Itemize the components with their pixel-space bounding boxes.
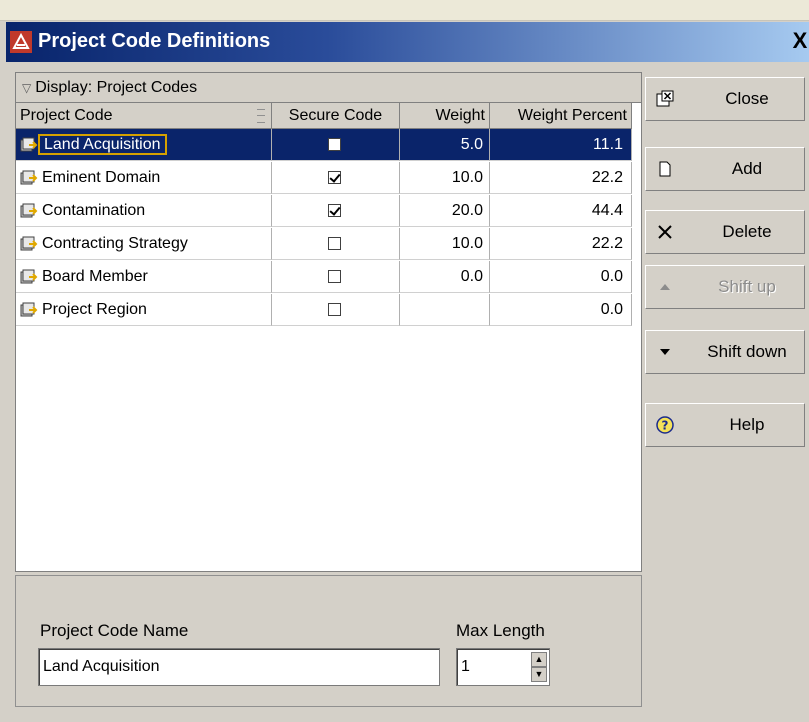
cell-secure-code — [272, 261, 400, 293]
shift-down-button[interactable]: Shift down — [645, 330, 805, 374]
column-header-weight-percent[interactable]: Weight Percent — [490, 103, 632, 129]
max-length-label: Max Length — [456, 621, 545, 640]
cell-secure-code — [272, 195, 400, 227]
group-header[interactable]: ▽ Display: Project Codes — [16, 73, 641, 103]
top-strip — [0, 0, 809, 21]
triangle-down-icon — [656, 343, 674, 361]
column-label: Weight — [435, 107, 485, 124]
secure-code-checkbox[interactable] — [328, 270, 341, 283]
project-code-list: ▽ Display: Project Codes Project Code Sec… — [15, 72, 642, 572]
project-code-label: Contracting Strategy — [42, 235, 188, 252]
secure-code-checkbox[interactable] — [328, 204, 341, 217]
dialog-window: Project Code Definitions X ▽ Display: Pro… — [0, 0, 809, 722]
group-label: Display: Project Codes — [35, 79, 198, 96]
x-delete-icon — [656, 223, 674, 241]
project-code-name-input[interactable]: Land Acquisition — [38, 648, 440, 686]
column-grip-icon[interactable] — [257, 109, 265, 123]
cell-weight-percent: 22.2 — [490, 162, 632, 194]
help-button-label: Help — [729, 415, 765, 434]
add-button-label: Add — [731, 159, 763, 178]
secure-code-checkbox[interactable] — [328, 138, 341, 151]
cell-weight[interactable]: 10.0 — [400, 162, 490, 194]
project-code-icon — [20, 170, 38, 185]
cell-weight-percent: 44.4 — [490, 195, 632, 227]
column-label: Project Code — [20, 107, 113, 124]
secure-code-checkbox[interactable] — [328, 237, 341, 250]
help-button[interactable]: ? Help — [645, 403, 805, 447]
cell-weight[interactable]: 0.0 — [400, 261, 490, 293]
project-code-icon — [20, 302, 38, 317]
secure-code-checkbox[interactable] — [328, 171, 341, 184]
column-header-secure-code[interactable]: Secure Code — [272, 103, 400, 129]
table-row[interactable]: Project Region 0.0 — [16, 294, 641, 326]
project-code-label: Project Region — [42, 301, 147, 318]
cell-weight[interactable]: 5.0 — [400, 129, 490, 161]
column-label: Secure Code — [288, 107, 383, 124]
column-header-project-code[interactable]: Project Code — [16, 103, 272, 129]
project-code-icon — [20, 203, 38, 218]
column-header-weight[interactable]: Weight — [400, 103, 490, 129]
svg-text:?: ? — [662, 419, 669, 433]
app-icon — [10, 31, 32, 53]
spin-up-icon[interactable]: ▲ — [531, 652, 547, 667]
cell-project-code[interactable]: Board Member — [16, 261, 272, 293]
max-length-input[interactable]: 1 ▲ ▼ — [456, 648, 550, 686]
cell-project-code[interactable]: Contamination — [16, 195, 272, 227]
cell-secure-code — [272, 129, 400, 161]
cell-secure-code — [272, 162, 400, 194]
delete-button-label: Delete — [722, 222, 772, 241]
table-row[interactable]: Contracting Strategy 10.0 22.2 — [16, 228, 641, 260]
window-close-button[interactable]: X — [791, 30, 809, 52]
spin-down-icon[interactable]: ▼ — [531, 667, 547, 682]
cell-weight[interactable]: 20.0 — [400, 195, 490, 227]
cell-project-code[interactable]: Project Region — [16, 294, 272, 326]
window-title: Project Code Definitions — [38, 30, 271, 52]
project-code-name-label: Project Code Name — [40, 621, 189, 640]
cell-weight-percent: 22.2 — [490, 228, 632, 260]
new-document-icon — [656, 160, 674, 178]
close-button-label: Close — [725, 89, 769, 108]
cell-project-code[interactable]: Contracting Strategy — [16, 228, 272, 260]
question-circle-icon: ? — [656, 416, 674, 434]
secure-code-checkbox[interactable] — [328, 303, 341, 316]
close-window-icon — [656, 90, 674, 108]
project-code-icon — [20, 236, 38, 251]
column-label: Weight Percent — [517, 107, 627, 124]
project-code-icon — [20, 269, 38, 284]
cell-weight[interactable] — [400, 294, 490, 326]
cell-project-code[interactable]: Eminent Domain — [16, 162, 272, 194]
close-button[interactable]: Close — [645, 77, 805, 121]
project-code-icon — [20, 137, 38, 152]
table-row[interactable]: Contamination 20.0 44.4 — [16, 195, 641, 227]
table-row[interactable]: Land Acquisition 5.0 11.1 — [16, 129, 641, 161]
shift-down-button-label: Shift down — [707, 342, 787, 361]
project-code-detail-panel: Project Code Name Max Length Land Acquis… — [15, 575, 642, 707]
add-button[interactable]: Add — [645, 147, 805, 191]
table-row[interactable]: Board Member 0.0 0.0 — [16, 261, 641, 293]
cell-project-code[interactable]: Land Acquisition — [16, 129, 272, 161]
shift-up-button-label: Shift up — [718, 277, 776, 296]
project-code-label: Contamination — [42, 202, 146, 219]
max-length-spinner[interactable]: ▲ ▼ — [531, 652, 547, 682]
max-length-value: 1 — [461, 658, 470, 675]
cell-weight[interactable]: 10.0 — [400, 228, 490, 260]
cell-secure-code — [272, 228, 400, 260]
table-row[interactable]: Eminent Domain 10.0 22.2 — [16, 162, 641, 194]
shift-up-button[interactable]: Shift up — [645, 265, 805, 309]
cell-weight-percent: 11.1 — [490, 129, 632, 161]
triangle-up-icon — [656, 278, 674, 296]
chevron-down-icon[interactable]: ▽ — [22, 81, 31, 95]
project-code-label: Land Acquisition — [38, 134, 167, 155]
cell-weight-percent: 0.0 — [490, 261, 632, 293]
cell-secure-code — [272, 294, 400, 326]
title-bar[interactable]: Project Code Definitions X — [6, 22, 809, 62]
cell-weight-percent: 0.0 — [490, 294, 632, 326]
project-code-label: Board Member — [42, 268, 148, 285]
project-code-label: Eminent Domain — [42, 169, 161, 186]
delete-button[interactable]: Delete — [645, 210, 805, 254]
